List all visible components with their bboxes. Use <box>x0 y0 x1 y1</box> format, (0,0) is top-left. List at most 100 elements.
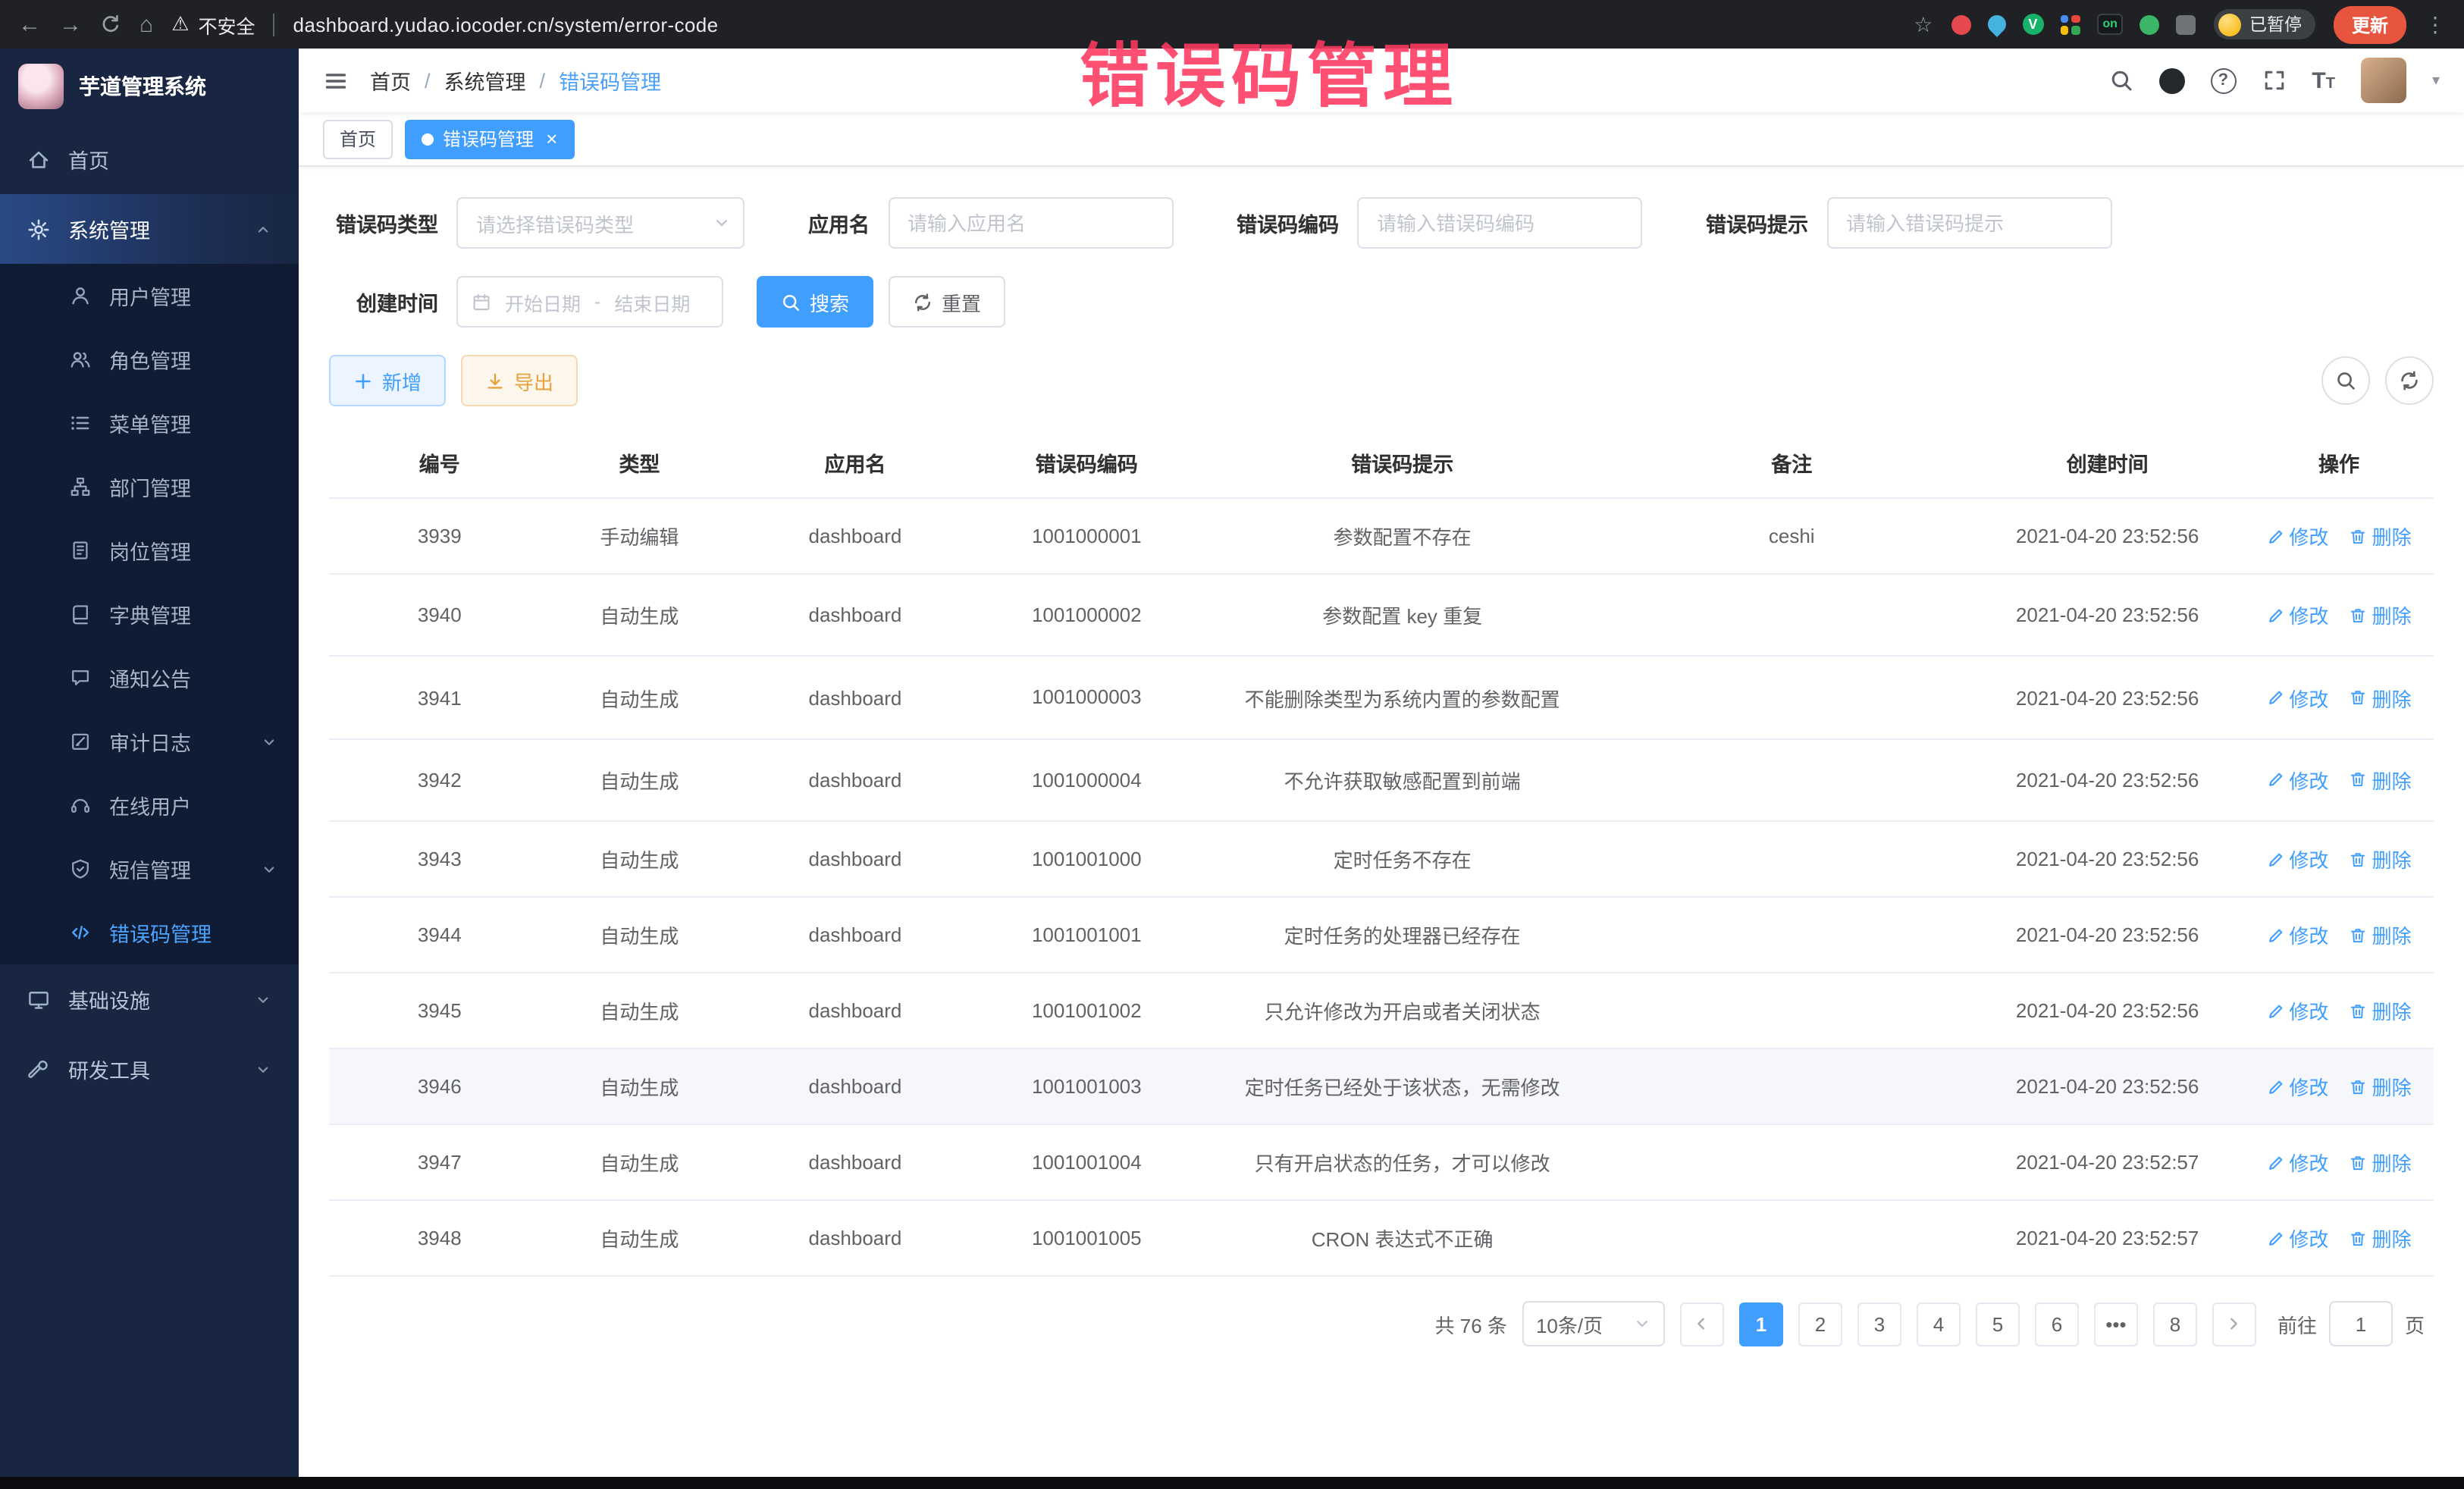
chevron-left-icon <box>1693 1315 1711 1333</box>
search-button[interactable]: 搜索 <box>757 276 873 328</box>
cell-type: 自动生成 <box>550 657 729 739</box>
github-icon[interactable] <box>2158 67 2184 93</box>
cell-type: 自动生成 <box>550 897 729 973</box>
next-page-button[interactable] <box>2212 1302 2256 1346</box>
edit-button[interactable]: 修改 <box>2266 845 2328 873</box>
page-button-2[interactable]: 2 <box>1798 1302 1842 1346</box>
address-bar[interactable]: dashboard.yudao.iocoder.cn/system/error-… <box>293 13 718 36</box>
more-pages-button[interactable]: ••• <box>2094 1302 2138 1346</box>
breadcrumb-system[interactable]: 系统管理 <box>444 65 526 96</box>
browser-update-button[interactable]: 更新 <box>2334 5 2406 43</box>
goto-suffix: 页 <box>2405 1309 2425 1338</box>
drop-extension-icon[interactable] <box>1983 11 2009 37</box>
check-extension-icon[interactable]: V <box>2022 14 2043 35</box>
back-icon[interactable]: ← <box>18 13 41 36</box>
announcement-icon <box>70 667 91 688</box>
edit-button[interactable]: 修改 <box>2266 683 2328 712</box>
fullscreen-icon[interactable] <box>2262 68 2286 92</box>
on-badge-extension-icon[interactable]: on <box>2096 14 2124 34</box>
cell-app: dashboard <box>729 897 981 973</box>
tab-error-code[interactable]: 错误码管理 × <box>405 119 574 158</box>
close-icon[interactable]: × <box>546 127 557 150</box>
hamburger-icon[interactable] <box>323 67 349 93</box>
page-button-6[interactable]: 6 <box>2035 1302 2079 1346</box>
export-button[interactable]: 导出 <box>461 355 578 406</box>
reload-icon[interactable] <box>100 14 121 35</box>
delete-button[interactable]: 删除 <box>2350 683 2412 712</box>
toggle-search-button[interactable] <box>2321 356 2370 405</box>
error-code-input[interactable] <box>1377 212 1622 234</box>
page-size-select[interactable]: 10条/页 <box>1522 1301 1665 1346</box>
sidebar-item-notice[interactable]: 通知公告 <box>0 646 299 710</box>
user-avatar[interactable] <box>2361 58 2406 103</box>
bookmark-star-icon[interactable]: ☆ <box>1914 11 1933 37</box>
sidebar-item-dept-mgmt[interactable]: 部门管理 <box>0 455 299 519</box>
error-type-select[interactable]: 请选择错误码类型 <box>456 197 745 249</box>
leaf-extension-icon[interactable] <box>2140 14 2160 34</box>
pencil-icon <box>2266 527 2284 545</box>
delete-button[interactable]: 删除 <box>2350 1224 2412 1252</box>
sidebar-item-dev-tools[interactable]: 研发工具 <box>0 1034 299 1104</box>
sidebar-item-role-mgmt[interactable]: 角色管理 <box>0 328 299 391</box>
breadcrumb-home[interactable]: 首页 <box>370 65 411 96</box>
reset-button[interactable]: 重置 <box>889 276 1005 328</box>
sidebar-item-audit-log[interactable]: 审计日志 <box>0 710 299 773</box>
delete-button[interactable]: 删除 <box>2350 1072 2412 1101</box>
sidebar-item-system-mgmt[interactable]: 系统管理 <box>0 194 299 264</box>
page-button-8[interactable]: 8 <box>2153 1302 2197 1346</box>
sidebar-item-infrastructure[interactable]: 基础设施 <box>0 964 299 1034</box>
sidebar-item-dict-mgmt[interactable]: 字典管理 <box>0 582 299 646</box>
forward-icon[interactable]: → <box>59 13 82 36</box>
grid-extension-icon[interactable] <box>2060 14 2080 34</box>
puzzle-extensions-icon[interactable] <box>2177 14 2196 34</box>
help-icon[interactable]: ? <box>2210 67 2236 93</box>
edit-button[interactable]: 修改 <box>2266 522 2328 550</box>
delete-button[interactable]: 删除 <box>2350 920 2412 949</box>
page-button-4[interactable]: 4 <box>1917 1302 1961 1346</box>
error-hint-input[interactable] <box>1846 212 2092 234</box>
record-extension-icon[interactable] <box>1951 14 1970 34</box>
sidebar-item-online-users[interactable]: 在线用户 <box>0 773 299 837</box>
delete-button[interactable]: 删除 <box>2350 845 2412 873</box>
edit-button[interactable]: 修改 <box>2266 920 2328 949</box>
page-button-1[interactable]: 1 <box>1739 1302 1783 1346</box>
search-icon[interactable] <box>2108 68 2133 92</box>
refresh-table-button[interactable] <box>2385 356 2434 405</box>
browser-home-icon[interactable]: ⌂ <box>140 13 153 36</box>
prev-page-button[interactable] <box>1680 1302 1724 1346</box>
font-size-icon[interactable]: TT <box>2312 69 2335 92</box>
chevron-down-icon <box>255 991 271 1008</box>
tab-home[interactable]: 首页 <box>323 119 393 158</box>
profile-chip[interactable]: 已暂停 <box>2215 9 2315 39</box>
caret-down-icon[interactable]: ▾ <box>2432 72 2440 89</box>
app-name-input[interactable] <box>908 212 1153 234</box>
sidebar-item-menu-mgmt[interactable]: 菜单管理 <box>0 391 299 455</box>
edit-button[interactable]: 修改 <box>2266 1072 2328 1101</box>
cell-code: 1001001004 <box>982 1124 1193 1200</box>
security-chip[interactable]: ⚠ 不安全 <box>171 10 255 39</box>
date-range-picker[interactable]: 开始日期 - 结束日期 <box>456 276 723 328</box>
edit-button[interactable]: 修改 <box>2266 600 2328 629</box>
sidebar-item-error-code-mgmt[interactable]: 错误码管理 <box>0 901 299 964</box>
delete-button[interactable]: 删除 <box>2350 766 2412 795</box>
delete-button[interactable]: 删除 <box>2350 1148 2412 1177</box>
cell-id: 3946 <box>329 1049 550 1124</box>
delete-button[interactable]: 删除 <box>2350 996 2412 1025</box>
edit-button[interactable]: 修改 <box>2266 766 2328 795</box>
edit-button[interactable]: 修改 <box>2266 996 2328 1025</box>
delete-button[interactable]: 删除 <box>2350 522 2412 550</box>
cell-actions: 修改 删除 <box>2244 574 2434 657</box>
sidebar-item-post-mgmt[interactable]: 岗位管理 <box>0 519 299 582</box>
page-button-5[interactable]: 5 <box>1976 1302 2020 1346</box>
delete-button[interactable]: 删除 <box>2350 600 2412 629</box>
page-button-3[interactable]: 3 <box>1857 1302 1901 1346</box>
add-button[interactable]: 新增 <box>329 355 446 406</box>
sidebar-item-label: 角色管理 <box>109 344 277 375</box>
goto-page-input[interactable] <box>2329 1301 2393 1346</box>
sidebar-item-user-mgmt[interactable]: 用户管理 <box>0 264 299 328</box>
sidebar-item-home[interactable]: 首页 <box>0 124 299 194</box>
browser-menu-icon[interactable]: ⋮ <box>2425 11 2446 37</box>
edit-button[interactable]: 修改 <box>2266 1224 2328 1252</box>
sidebar-item-sms-mgmt[interactable]: 短信管理 <box>0 837 299 901</box>
edit-button[interactable]: 修改 <box>2266 1148 2328 1177</box>
